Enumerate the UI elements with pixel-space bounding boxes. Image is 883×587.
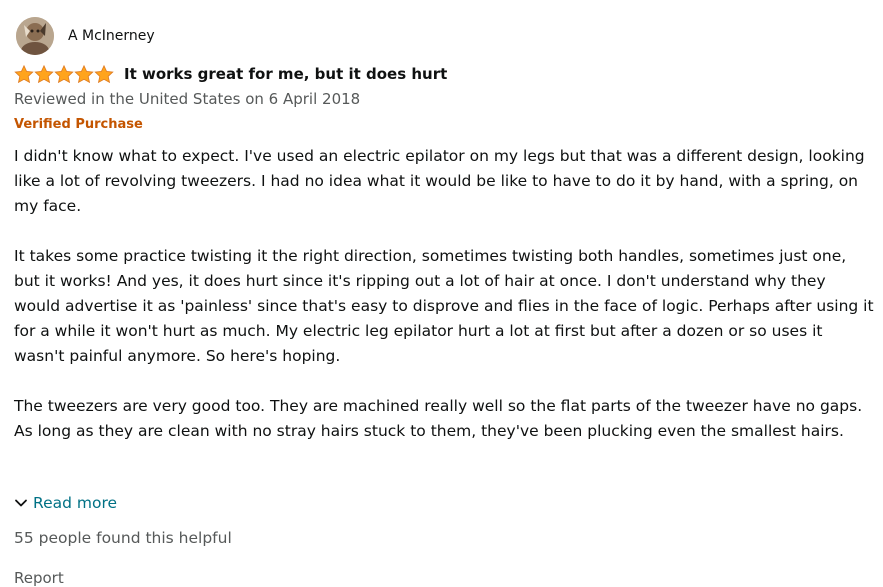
review-paragraph: The tweezers are very good too. They are… [14, 397, 863, 440]
review-date: Reviewed in the United States on 6 April… [14, 90, 361, 108]
chevron-down-icon [15, 499, 27, 507]
read-more-label[interactable]: Read more [33, 494, 117, 512]
review-header: It works great for me, but it does hurt [14, 63, 447, 85]
review-body: I didn't know what to expect. I've used … [14, 144, 874, 469]
review-paragraph: I didn't know what to expect. I've used … [14, 147, 865, 215]
user-avatar-icon[interactable] [16, 17, 54, 55]
reviewer-profile[interactable]: A McInerney [16, 17, 155, 55]
verified-purchase-badge: Verified Purchase [14, 117, 143, 132]
star-icon [34, 64, 54, 83]
helpful-count: 55 people found this helpful [14, 529, 232, 547]
reviewer-name[interactable]: A McInerney [68, 28, 155, 44]
read-more-link[interactable]: Read more [14, 494, 117, 512]
star-rating[interactable] [14, 64, 114, 84]
star-icon [94, 64, 114, 83]
star-icon [74, 64, 94, 83]
review-paragraph: It takes some practice twisting it the r… [14, 247, 874, 365]
report-link[interactable]: Report [14, 569, 64, 587]
star-icon [14, 64, 34, 83]
review-title[interactable]: It works great for me, but it does hurt [124, 65, 447, 83]
star-icon [54, 64, 74, 83]
